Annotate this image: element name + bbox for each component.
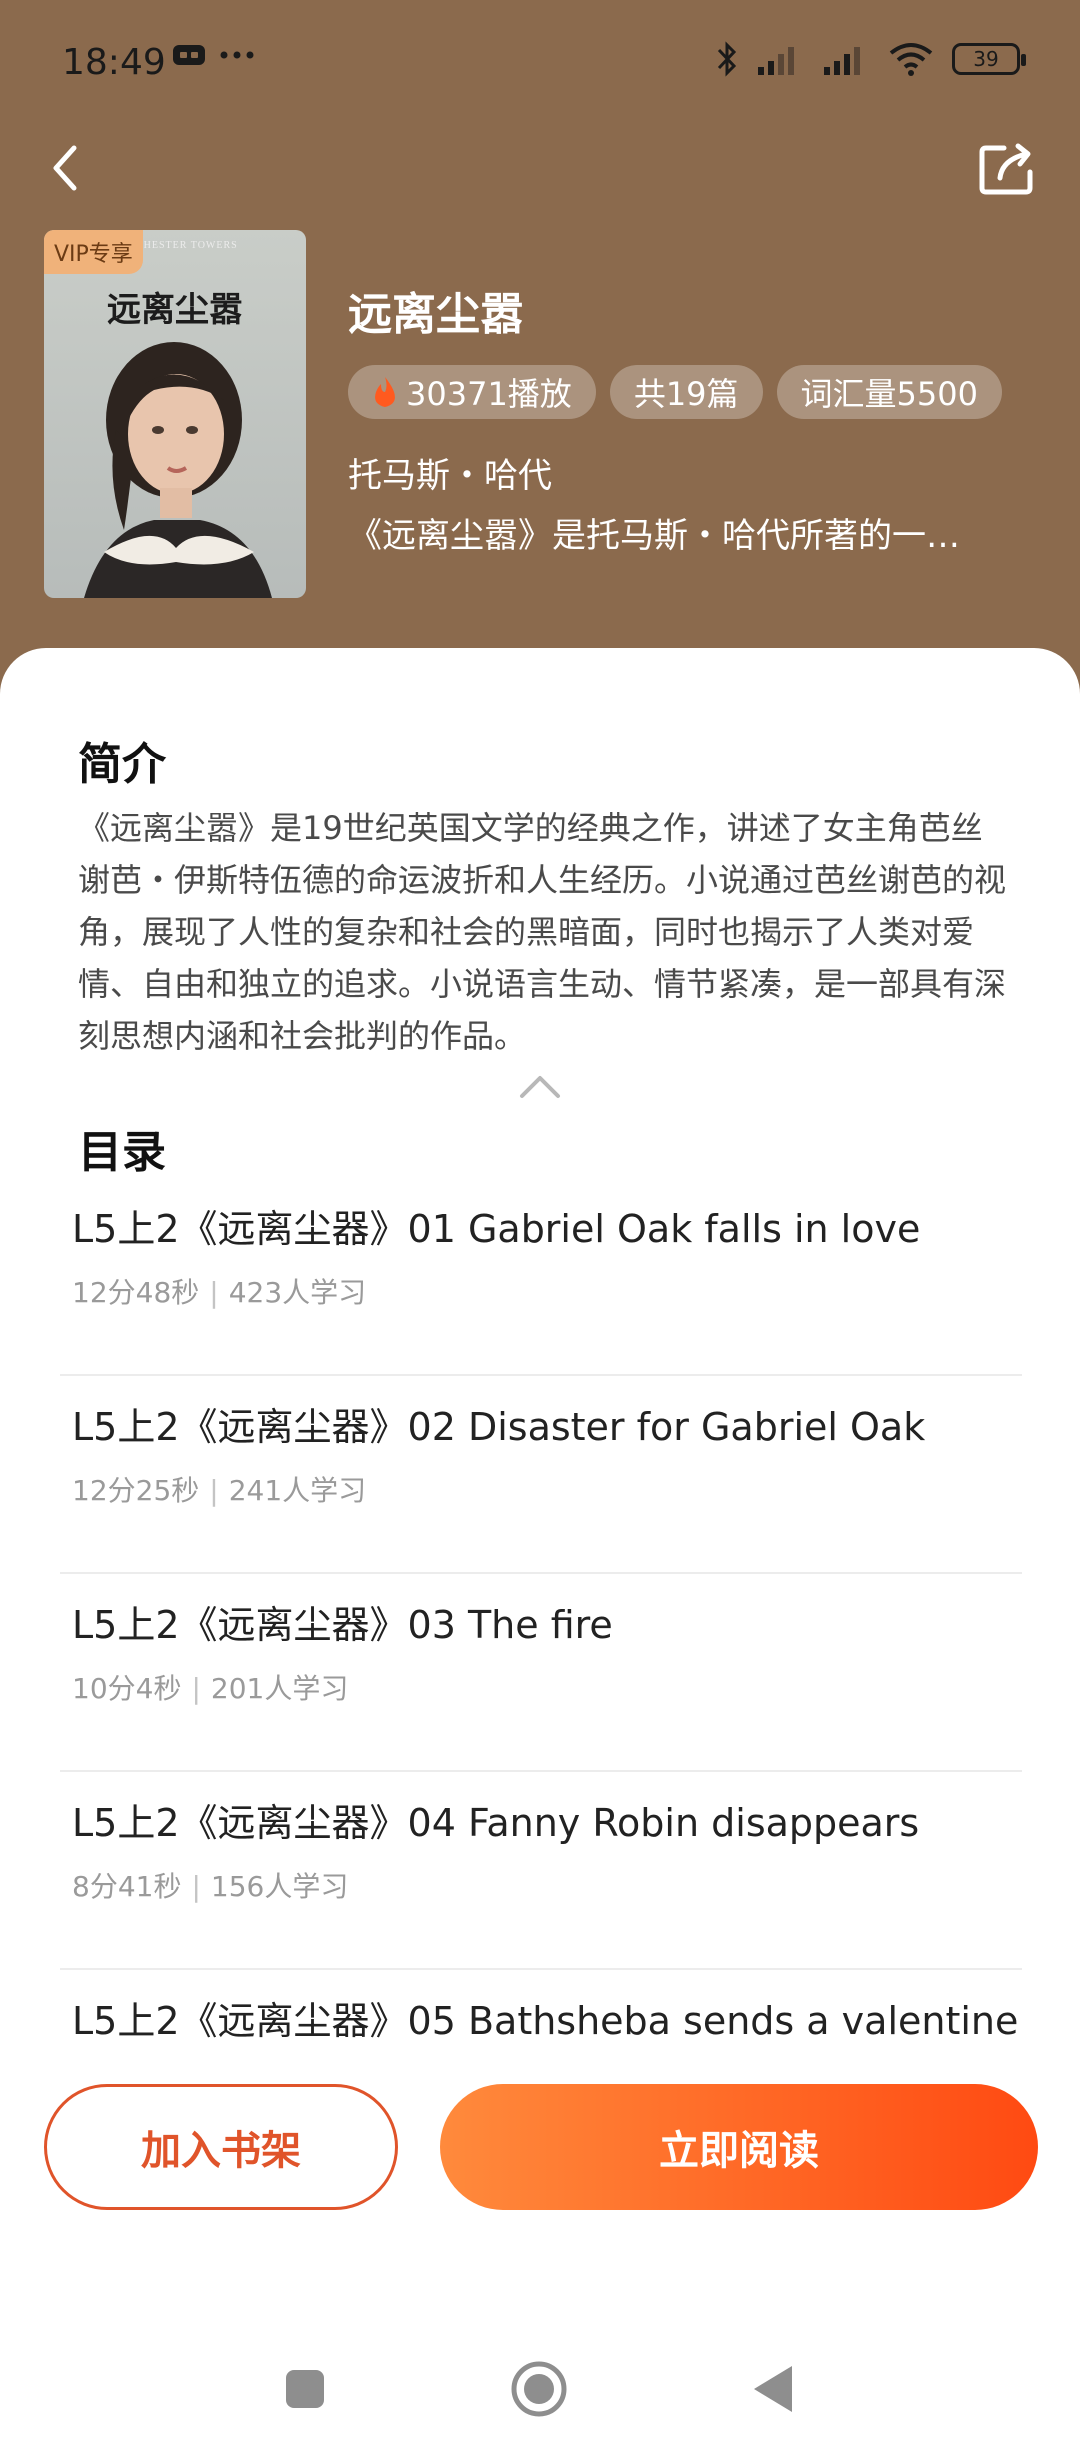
signal-icon (758, 47, 794, 75)
meta-divider: | (209, 1276, 219, 1309)
toc-item-title: L5上2《远离尘器》03 The fire (72, 1603, 613, 1647)
toc-item-duration: 12分25秒 (72, 1474, 200, 1507)
toc-item-title: L5上2《远离尘器》01 Gabriel Oak falls in love (72, 1207, 921, 1251)
meta-divider: | (191, 1870, 201, 1903)
toc-item-learners: 156人学习 (210, 1870, 349, 1903)
toc-item[interactable]: L5上2《远离尘器》04 Fanny Robin disappears 8分41… (60, 1772, 1022, 1970)
chapters-count: 共19篇 (633, 375, 739, 413)
system-navigation-bar (0, 2340, 1080, 2460)
add-to-shelf-button[interactable]: 加入书架 (44, 2084, 398, 2210)
status-right-icons: 39 (716, 40, 1026, 78)
fire-icon (375, 377, 395, 407)
toc-item-meta: 10分4秒 | 201人学习 (72, 1667, 1022, 1707)
chevron-up-icon[interactable] (518, 1072, 562, 1100)
chapters-tag: 共19篇 (609, 365, 763, 419)
toc-item[interactable]: L5上2《远离尘器》05 Bathsheba sends a valentine (60, 1970, 1022, 2048)
vocabulary-tag: 词汇量5500 (776, 365, 1002, 419)
meta-divider: | (209, 1474, 219, 1507)
toc-item[interactable]: L5上2《远离尘器》01 Gabriel Oak falls in love 1… (60, 1178, 1022, 1376)
share-icon[interactable] (978, 140, 1038, 196)
cover-title: 远离尘嚣 (107, 290, 243, 330)
toc-item-learners: 423人学习 (228, 1276, 367, 1309)
back-icon[interactable] (42, 138, 92, 198)
intro-heading: 简介 (78, 739, 166, 790)
toc-item-title: L5上2《远离尘器》02 Disaster for Gabriel Oak (72, 1405, 926, 1449)
battery-indicator: 39 (952, 43, 1026, 75)
toc-item-duration: 10分4秒 (72, 1672, 182, 1705)
toc-item-title: L5上2《远离尘器》04 Fanny Robin disappears (72, 1801, 920, 1845)
toc-item[interactable]: L5上2《远离尘器》02 Disaster for Gabriel Oak 12… (60, 1376, 1022, 1574)
vpn-icon (173, 45, 205, 65)
book-tags: 30371播放 共19篇 词汇量5500 (348, 365, 1002, 419)
toc-item-duration: 12分48秒 (72, 1276, 200, 1309)
toc-item-duration: 8分41秒 (72, 1870, 182, 1903)
book-title: 远离尘嚣 (348, 289, 524, 340)
toc-item-meta: 8分41秒 | 156人学习 (72, 1865, 1022, 1905)
toc-heading: 目录 (78, 1127, 166, 1178)
plays-count: 30371播放 (406, 375, 572, 413)
plays-tag: 30371播放 (348, 365, 596, 419)
toc-item-meta: 12分25秒 | 241人学习 (72, 1469, 1022, 1509)
book-short-desc: 《远离尘嚣》是托马斯・哈代所著的一… (348, 516, 960, 556)
toc-item-learners: 241人学习 (228, 1474, 367, 1507)
vocabulary-count: 词汇量5500 (800, 375, 978, 413)
read-now-button[interactable]: 立即阅读 (440, 2084, 1038, 2210)
toc-item[interactable]: L5上2《远离尘器》03 The fire 10分4秒 | 201人学习 (60, 1574, 1022, 1772)
battery-level: 39 (973, 47, 999, 71)
status-time: 18:49 (62, 42, 166, 83)
toc-item-title: L5上2《远离尘器》05 Bathsheba sends a valentine (72, 1999, 1019, 2043)
bottom-action-bar: 加入书架 立即阅读 (0, 2066, 1080, 2306)
status-bar: 18:49 39 (0, 30, 1080, 100)
vip-badge: VIP专享 (44, 230, 143, 274)
bluetooth-icon (717, 41, 737, 77)
meta-divider: | (191, 1672, 201, 1705)
book-cover[interactable]: CHESTER TOWERS 远离尘嚣 VIP专享 (44, 230, 306, 598)
back-triangle-icon[interactable] (752, 2364, 794, 2414)
recent-apps-icon[interactable] (284, 2368, 326, 2410)
signal-icon-2 (824, 47, 860, 75)
cover-series-text: CHESTER TOWERS (136, 240, 238, 251)
intro-text: 《远离尘嚣》是19世纪英国文学的经典之作，讲述了女主角芭丝谢芭・伊斯特伍德的命运… (78, 809, 1007, 1055)
status-left-icons (172, 44, 254, 66)
toc-list: L5上2《远离尘器》01 Gabriel Oak falls in love 1… (60, 1178, 1022, 2048)
wifi-icon (889, 43, 933, 76)
toc-item-learners: 201人学习 (210, 1672, 349, 1705)
home-icon[interactable] (510, 2360, 568, 2418)
book-author[interactable]: 托马斯・哈代 (348, 448, 552, 497)
toc-item-meta: 12分48秒 | 423人学习 (72, 1271, 1022, 1311)
more-dots-icon (220, 51, 254, 59)
